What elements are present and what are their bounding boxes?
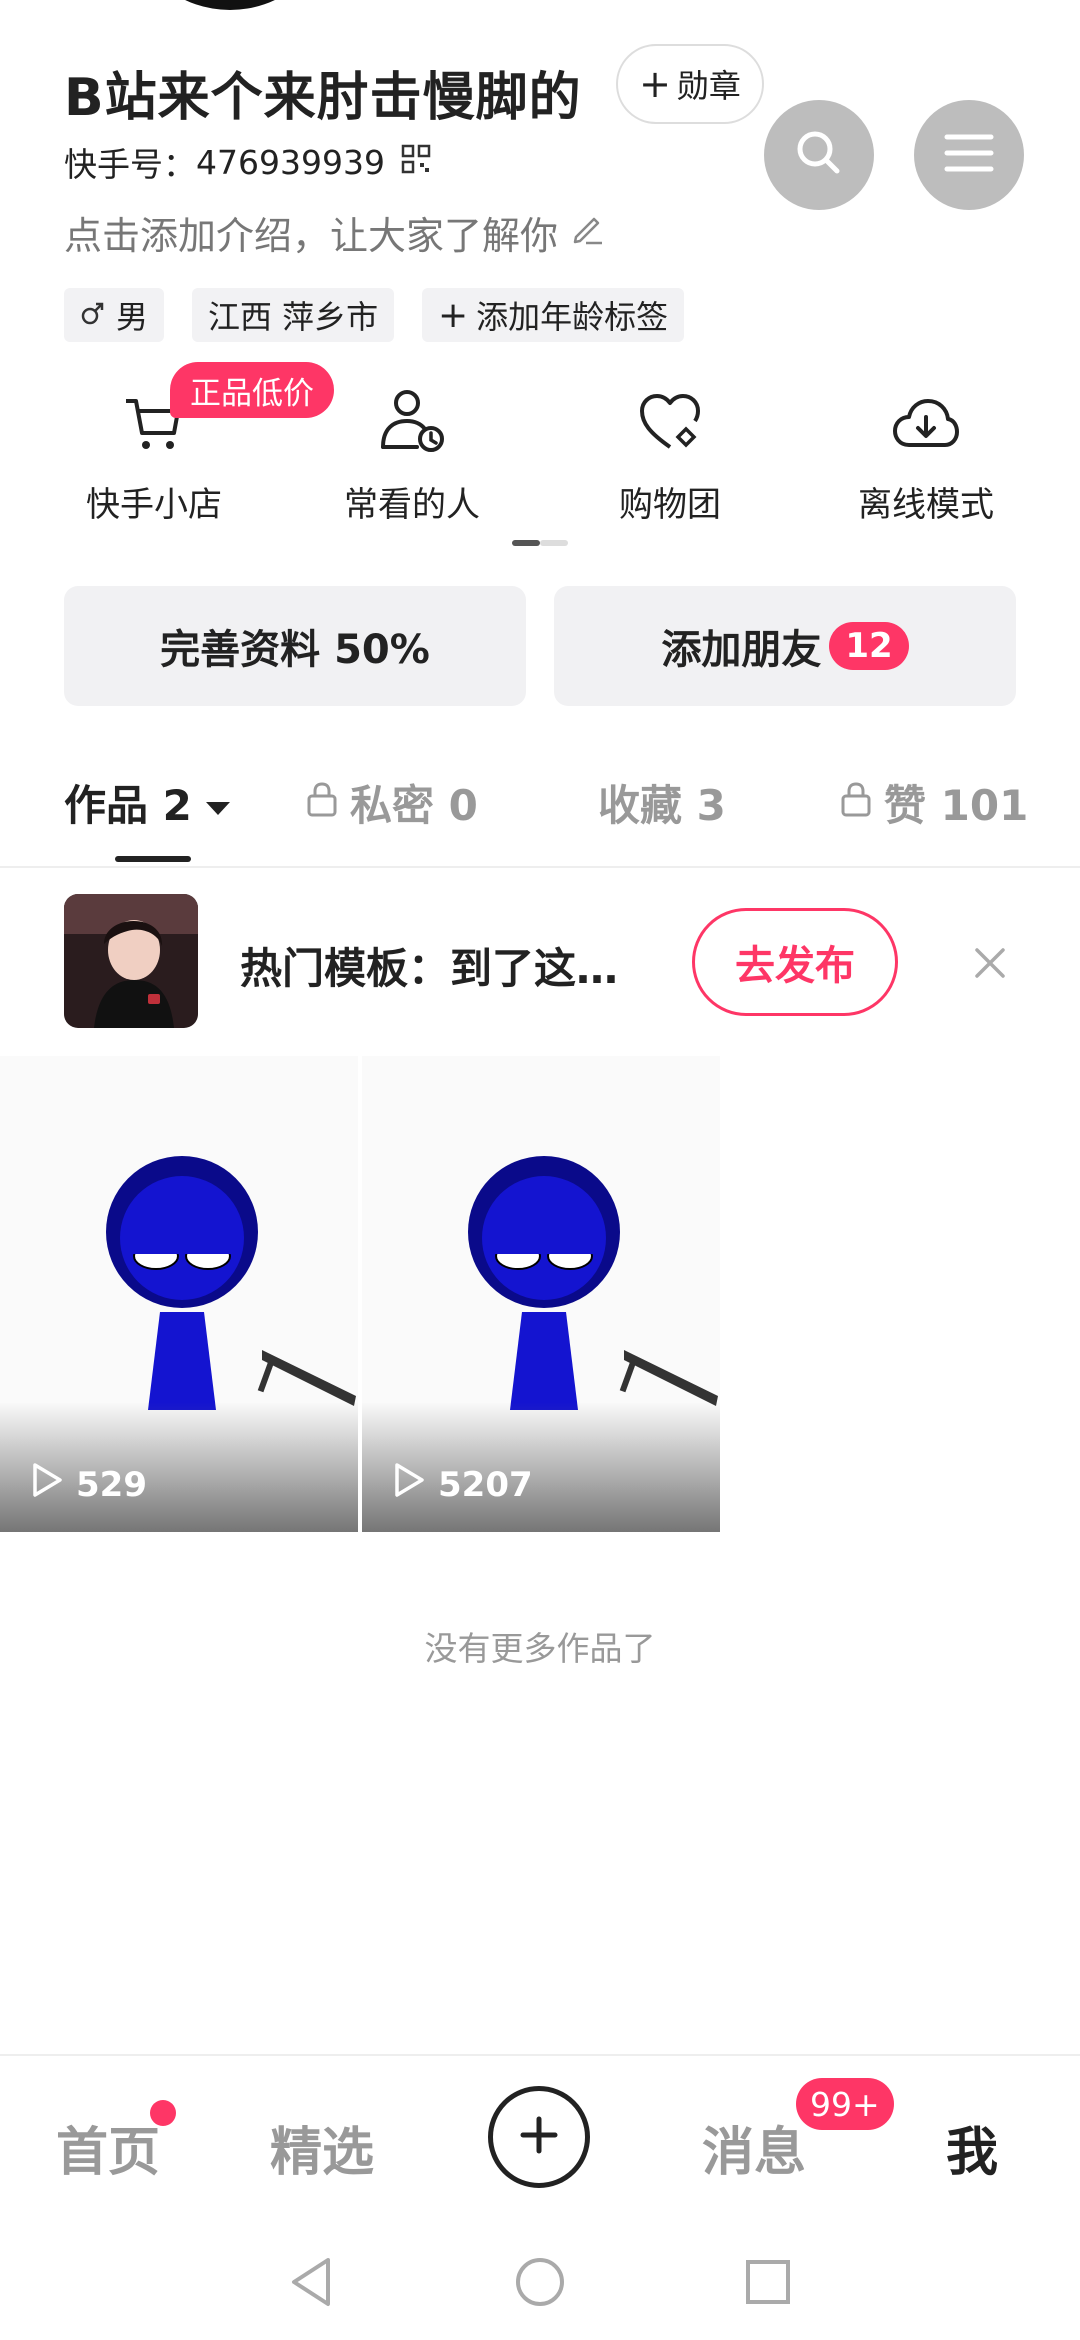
location-tag[interactable]: 江西 萍乡市 (192, 288, 395, 342)
nav-me[interactable]: 我 (946, 2110, 998, 2185)
search-button[interactable] (764, 100, 874, 210)
template-title: 热门模板：到了这… (240, 944, 619, 993)
complete-profile-button[interactable]: 完善资料 50% (64, 586, 526, 706)
add-friends-label: 添加朋友 (661, 627, 822, 673)
location-label: 江西 萍乡市 (208, 298, 379, 336)
hamburger-icon (943, 131, 995, 179)
nav-featured[interactable]: 精选 (270, 2110, 374, 2185)
recents-icon[interactable] (744, 2258, 792, 2310)
tab-likes-label: 赞 101 (884, 781, 1029, 830)
lock-icon (306, 778, 338, 827)
create-button[interactable] (488, 2086, 590, 2188)
play-icon (392, 1461, 438, 1508)
add-age-tag[interactable]: + 添加年龄标签 (422, 288, 685, 342)
kuaishou-id-value: 476939939 (196, 142, 385, 182)
home-icon[interactable] (514, 2256, 566, 2312)
publish-button[interactable]: 去发布 (692, 908, 898, 1016)
qr-code-icon[interactable] (401, 143, 431, 182)
kuaishou-id-label: 快手号： (64, 145, 196, 184)
gender-label: 男 (116, 298, 149, 336)
intro-prompt[interactable]: 点击添加介绍，让大家了解你 (64, 205, 606, 260)
back-icon[interactable] (286, 2254, 336, 2314)
play-count: 529 (30, 1461, 147, 1508)
tab-private[interactable]: 私密 0 (306, 772, 478, 833)
tab-works[interactable]: 作品 2 (64, 772, 232, 833)
nav-home[interactable]: 首页 (56, 2110, 160, 2185)
tab-works-label: 作品 2 (64, 781, 192, 830)
intro-text: 点击添加介绍，让大家了解你 (64, 214, 559, 258)
shortcut-label: 购物团 (619, 485, 721, 525)
tab-private-label: 私密 0 (350, 781, 478, 830)
plus-icon: + (438, 294, 469, 336)
add-friends-button[interactable]: 添加朋友 12 (554, 586, 1016, 706)
shortcut-label: 离线模式 (858, 485, 994, 525)
profile-avatar[interactable] (140, 0, 320, 10)
shortcut-label: 常看的人 (344, 485, 480, 525)
shortcut-offline[interactable]: 离线模式 (806, 385, 1046, 526)
heart-bag-icon (550, 385, 790, 455)
play-count-value: 5207 (438, 1464, 533, 1505)
messages-badge: 99+ (796, 2078, 894, 2130)
caret-down-icon (204, 778, 232, 827)
no-more-works: 没有更多作品了 (424, 1629, 656, 1668)
play-icon (30, 1461, 76, 1508)
active-tab-indicator (115, 856, 191, 862)
shortcut-page-indicator (512, 540, 568, 546)
medal-label: 勋章 (676, 67, 741, 105)
divider (0, 866, 1080, 868)
search-icon (791, 125, 847, 185)
video-card[interactable]: 5207 (362, 1056, 720, 1532)
gender-tag[interactable]: 男 (64, 288, 165, 342)
lock-icon (840, 778, 872, 827)
promo-badge: 正品低价 (170, 362, 334, 418)
plus-icon: + (639, 62, 671, 106)
profile-name: B站来个来肘击慢脚的 (64, 68, 582, 128)
friend-count-badge: 12 (829, 622, 909, 670)
medal-button[interactable]: + 勋章 (616, 44, 764, 124)
complete-profile-label: 完善资料 50% (160, 627, 430, 673)
play-count-value: 529 (76, 1464, 147, 1505)
template-thumbnail[interactable] (64, 894, 198, 1028)
close-icon[interactable] (965, 938, 1015, 988)
male-icon (80, 296, 106, 334)
tab-favorites[interactable]: 收藏 3 (598, 772, 726, 833)
notification-dot (150, 2100, 176, 2126)
menu-button[interactable] (914, 100, 1024, 210)
kuaishou-id[interactable]: 快手号： 476939939 (64, 138, 431, 186)
video-card[interactable]: 529 (0, 1056, 358, 1532)
add-age-label: 添加年龄标签 (476, 298, 669, 336)
shortcut-label: 快手小店 (86, 485, 222, 525)
cloud-download-icon (806, 385, 1046, 455)
shortcut-group-buy[interactable]: 购物团 (550, 385, 790, 526)
edit-icon (558, 209, 606, 256)
tab-favorites-label: 收藏 3 (598, 781, 726, 830)
plus-icon (517, 2113, 561, 2161)
play-count: 5207 (392, 1461, 533, 1508)
nav-messages[interactable]: 消息 (702, 2110, 806, 2185)
tab-likes[interactable]: 赞 101 (840, 772, 1028, 833)
